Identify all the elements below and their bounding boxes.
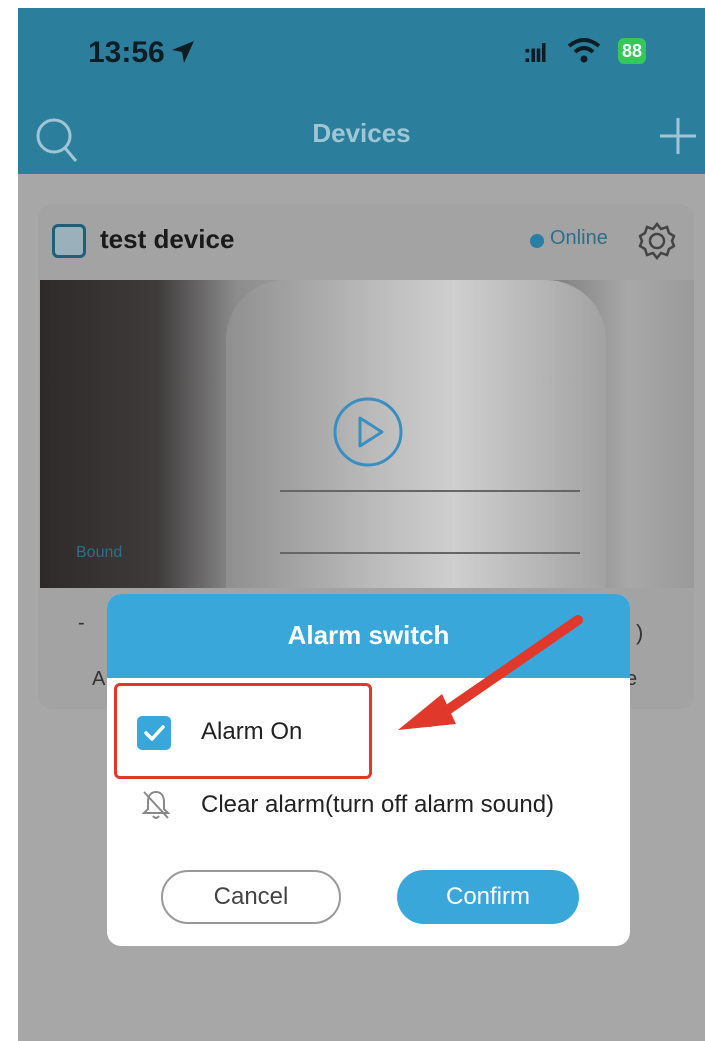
- card-action-left-bottom: A: [92, 668, 106, 690]
- confirm-button[interactable]: Confirm: [397, 870, 579, 924]
- clear-alarm-label[interactable]: Clear alarm(turn off alarm sound): [201, 791, 554, 819]
- bell-off-icon[interactable]: [141, 789, 171, 826]
- arrow-annotation: [390, 612, 590, 747]
- page-title: Devices: [312, 118, 411, 148]
- bound-badge: Bound: [76, 544, 123, 561]
- card-action-right-top: ): [636, 620, 644, 645]
- plus-icon[interactable]: [658, 116, 698, 156]
- signal-icon: :ııl: [523, 38, 547, 68]
- device-icon: [52, 224, 86, 258]
- app-header: 13:56 :ııl 88 Devices: [18, 8, 705, 174]
- battery-indicator: 88: [618, 38, 647, 64]
- device-status: Online: [550, 227, 608, 249]
- online-status-dot: [530, 234, 544, 248]
- location-arrow-icon: [170, 39, 196, 70]
- wifi-icon: [566, 36, 602, 69]
- app-screen: 13:56 :ııl 88 Devices test device Online…: [18, 8, 705, 1041]
- gear-icon[interactable]: [638, 221, 676, 261]
- play-icon[interactable]: [332, 396, 404, 473]
- cancel-button[interactable]: Cancel: [161, 870, 341, 924]
- status-time: 13:56: [88, 36, 165, 69]
- device-name: test device: [100, 224, 235, 254]
- annotation-highlight-box: [114, 683, 372, 779]
- card-action-left-top: -: [78, 612, 85, 634]
- preview-label-shape: [280, 490, 580, 554]
